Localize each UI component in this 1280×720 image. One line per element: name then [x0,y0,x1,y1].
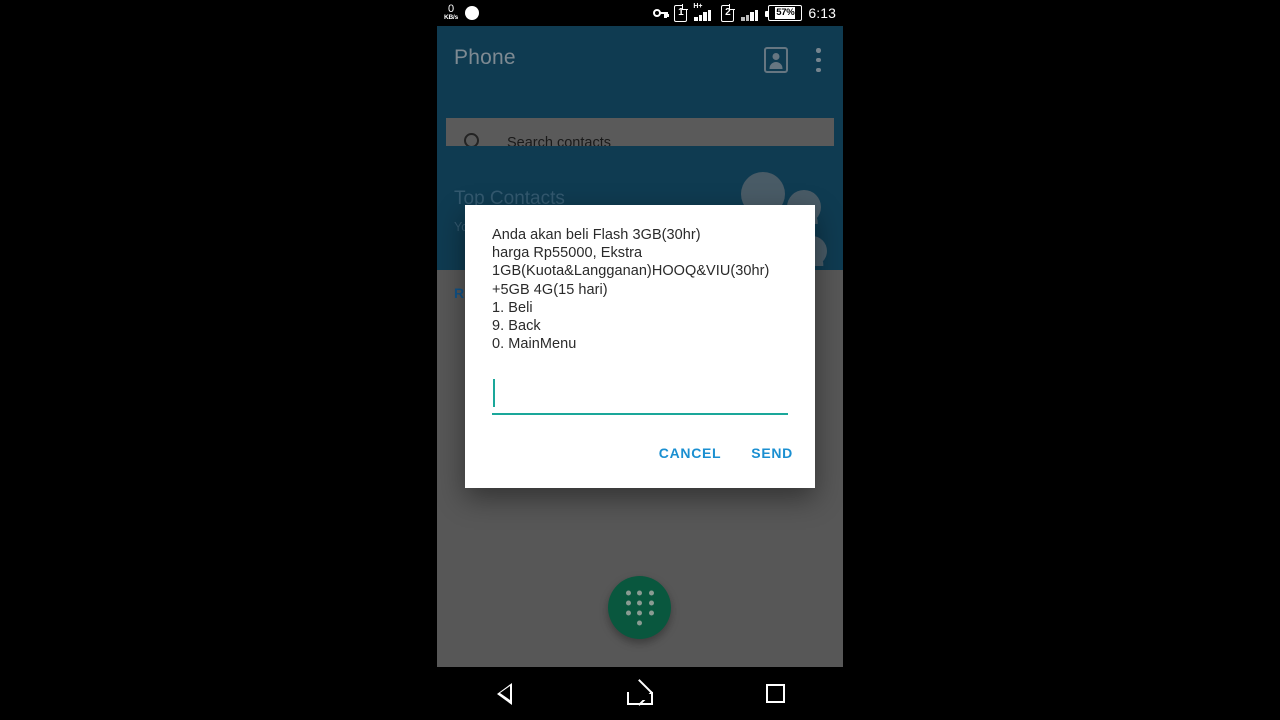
sim2-badge-icon: 2 [721,4,735,22]
status-bar-clock: 6:13 [808,5,836,21]
nav-recents-button[interactable] [748,676,802,712]
status-bar-left: 0 KB/s [437,4,480,22]
sim1-badge-icon: 1 [674,4,688,22]
send-button[interactable]: SEND [751,445,793,461]
notification-dot-icon [465,6,480,20]
key-icon [653,8,669,19]
network-speed-indicator: 0 KB/s [444,4,458,22]
ussd-dialog: Anda akan beli Flash 3GB(30hr) harga Rp5… [465,205,815,488]
home-icon [626,678,653,706]
nav-home-button[interactable] [613,676,667,712]
cancel-button[interactable]: CANCEL [659,445,722,461]
sim1-label: 1 [678,7,684,18]
sim1-signal-icon: H+ [693,3,715,22]
text-caret [493,379,496,407]
back-triangle-icon [497,682,513,705]
dialog-actions: CANCEL SEND [659,445,793,461]
battery-icon: 57% [765,5,803,21]
ussd-reply-input[interactable] [492,375,788,411]
screenshot-canvas: 0 KB/s 1 H+ 2 57% 6:13 Phone Search cont… [0,0,1280,720]
network-speed-unit: KB/s [444,14,459,22]
dialog-message: Anda akan beli Flash 3GB(30hr) harga Rp5… [492,227,770,353]
sim2-label: 2 [725,7,731,18]
nav-back-button[interactable] [478,676,532,712]
android-navigation-bar [437,667,843,720]
battery-percent: 57% [775,7,796,19]
sim2-signal-icon [740,4,762,22]
input-underline [492,412,788,415]
dialog-input-wrapper[interactable] [492,375,788,415]
recents-square-icon [765,684,785,703]
status-bar-right: 1 H+ 2 57% 6:13 [653,3,843,22]
status-bar: 0 KB/s 1 H+ 2 57% 6:13 [437,0,843,26]
